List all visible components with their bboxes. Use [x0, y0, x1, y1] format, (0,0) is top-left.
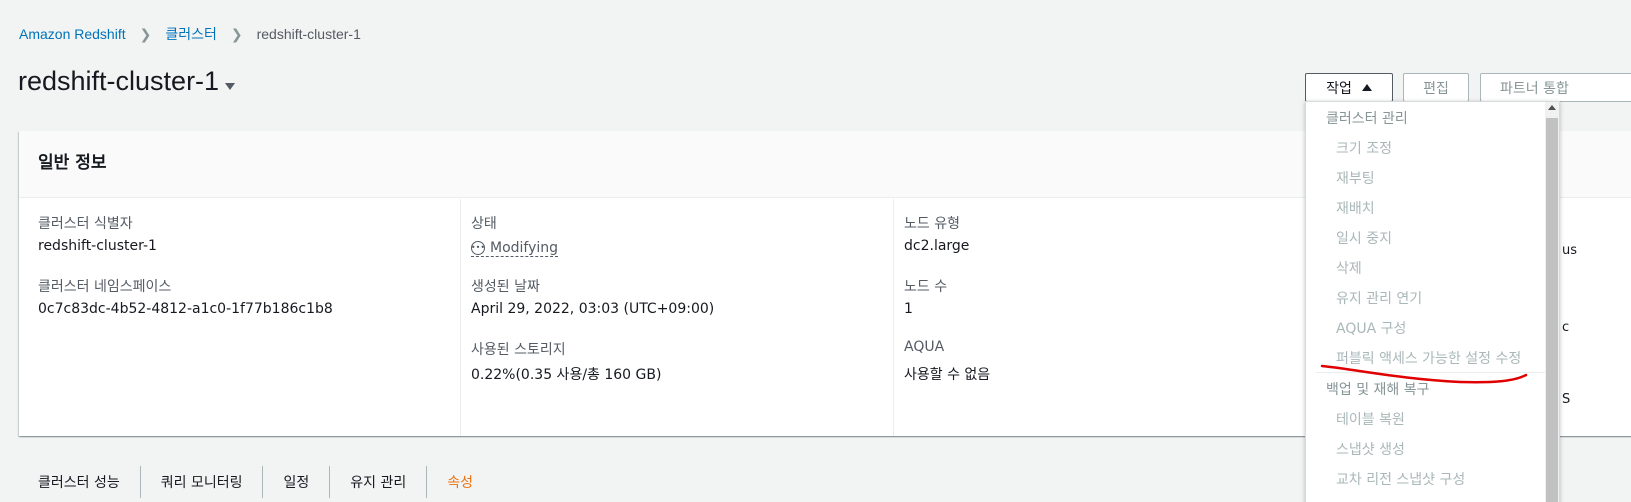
tab-properties[interactable]: 속성: [427, 466, 493, 498]
menu-item-relocate[interactable]: 재배치: [1306, 192, 1559, 222]
breadcrumb-current: redshift-cluster-1: [256, 26, 361, 42]
field-value: April 29, 2022, 03:03 (UTC+09:00): [471, 301, 715, 317]
menu-item-restore-table[interactable]: 테이블 복원: [1306, 403, 1559, 433]
breadcrumb-link-redshift[interactable]: Amazon Redshift: [19, 26, 126, 42]
scrollbar-thumb[interactable]: [1546, 118, 1558, 502]
field-value: 0c7c83dc-4b52-4812-a1c0-1f77b186c1b8: [38, 301, 333, 317]
field-namespace: 클러스터 네임스페이스 0c7c83dc-4b52-4812-a1c0-1f77…: [38, 276, 441, 321]
field-created-date: 생성된 날짜 April 29, 2022, 03:03 (UTC+09:00): [471, 276, 874, 321]
info-column-2: 상태 ••• Modifying 생성된 날짜 April 29, 2022, …: [461, 199, 894, 436]
field-storage-used: 사용된 스토리지 0.22%(0.35 사용/총 160 GB): [471, 339, 874, 384]
menu-item-resize[interactable]: 크기 조정: [1306, 132, 1559, 162]
field-label: AQUA: [904, 339, 945, 355]
chevron-right-icon: ❯: [230, 25, 243, 42]
title-row: redshift-cluster-1: [18, 66, 236, 97]
menu-item-delete[interactable]: 삭제: [1306, 252, 1559, 282]
menu-item-pause[interactable]: 일시 중지: [1306, 222, 1559, 252]
actions-button-label: 작업: [1326, 80, 1352, 97]
status-text: Modifying: [490, 240, 559, 256]
status-badge[interactable]: ••• Modifying: [471, 240, 559, 257]
field-value: 사용할 수 없음: [904, 367, 991, 383]
tab-cluster-performance[interactable]: 클러스터 성능: [19, 466, 141, 498]
clipped-text: S: [1562, 392, 1571, 407]
menu-group-backup-recovery: 백업 및 재해 복구: [1326, 382, 1430, 398]
field-label: 노드 유형: [904, 216, 960, 232]
field-status: 상태 ••• Modifying: [471, 213, 874, 258]
actions-button[interactable]: 작업: [1305, 73, 1393, 102]
actions-dropdown-menu: 클러스터 관리 크기 조정 재부팅 재배치 일시 중지 삭제 유지 관리 연기 …: [1305, 101, 1560, 502]
field-value: dc2.large: [904, 238, 970, 254]
field-node-count: 노드 수 1: [904, 276, 1295, 321]
field-aqua: AQUA 사용할 수 없음: [904, 339, 1295, 384]
dropdown-scrollbar[interactable]: [1545, 102, 1559, 502]
breadcrumb-link-clusters[interactable]: 클러스터: [165, 24, 217, 44]
tab-maintenance[interactable]: 유지 관리: [330, 466, 428, 498]
field-node-type: 노드 유형 dc2.large: [904, 213, 1295, 258]
partner-button-label: 파트너 통합: [1500, 80, 1569, 97]
chevron-right-icon: ❯: [139, 25, 152, 42]
caret-up-icon: [1361, 84, 1372, 91]
field-value: 0.22%(0.35 사용/총 160 GB): [471, 367, 662, 383]
menu-item-cross-region-snapshot[interactable]: 교차 리전 스냅샷 구성: [1306, 463, 1559, 493]
menu-item-modify-public-access[interactable]: 퍼블릭 액세스 가능한 설정 수정: [1306, 342, 1559, 372]
menu-group-cluster-management: 클러스터 관리: [1326, 111, 1408, 127]
tab-bar: 클러스터 성능 쿼리 모니터링 일정 유지 관리 속성: [19, 466, 493, 498]
field-value: redshift-cluster-1: [38, 238, 157, 254]
partner-integration-button[interactable]: 파트너 통합: [1480, 73, 1631, 102]
tab-schedule[interactable]: 일정: [263, 466, 331, 498]
clipped-text: c: [1562, 320, 1570, 335]
field-label: 노드 수: [904, 279, 948, 295]
breadcrumb: Amazon Redshift ❯ 클러스터 ❯ redshift-cluste…: [19, 24, 361, 44]
in-progress-icon: •••: [471, 241, 485, 255]
page-title: redshift-cluster-1: [18, 66, 220, 96]
caret-down-icon[interactable]: [225, 83, 236, 90]
info-column-1: 클러스터 식별자 redshift-cluster-1 클러스터 네임스페이스 …: [19, 199, 461, 436]
field-cluster-id: 클러스터 식별자 redshift-cluster-1: [38, 213, 441, 258]
menu-item-aqua-config[interactable]: AQUA 구성: [1306, 312, 1559, 342]
field-label: 사용된 스토리지: [471, 342, 566, 358]
clipped-text: us: [1562, 243, 1578, 258]
field-label: 상태: [471, 216, 497, 232]
menu-item-defer-maintenance[interactable]: 유지 관리 연기: [1306, 282, 1559, 312]
field-label: 클러스터 식별자: [38, 216, 133, 232]
tab-query-monitoring[interactable]: 쿼리 모니터링: [141, 466, 264, 498]
field-value: 1: [904, 301, 913, 317]
field-label: 클러스터 네임스페이스: [38, 279, 172, 295]
info-column-3: 노드 유형 dc2.large 노드 수 1 AQUA 사용할 수 없음: [894, 199, 1314, 436]
field-label: 생성된 날짜: [471, 279, 540, 295]
menu-item-reboot[interactable]: 재부팅: [1306, 162, 1559, 192]
edit-button[interactable]: 편집: [1403, 73, 1469, 102]
edit-button-label: 편집: [1423, 80, 1449, 97]
menu-item-create-snapshot[interactable]: 스냅샷 생성: [1306, 433, 1559, 463]
scroll-up-arrow-icon[interactable]: [1548, 105, 1556, 110]
